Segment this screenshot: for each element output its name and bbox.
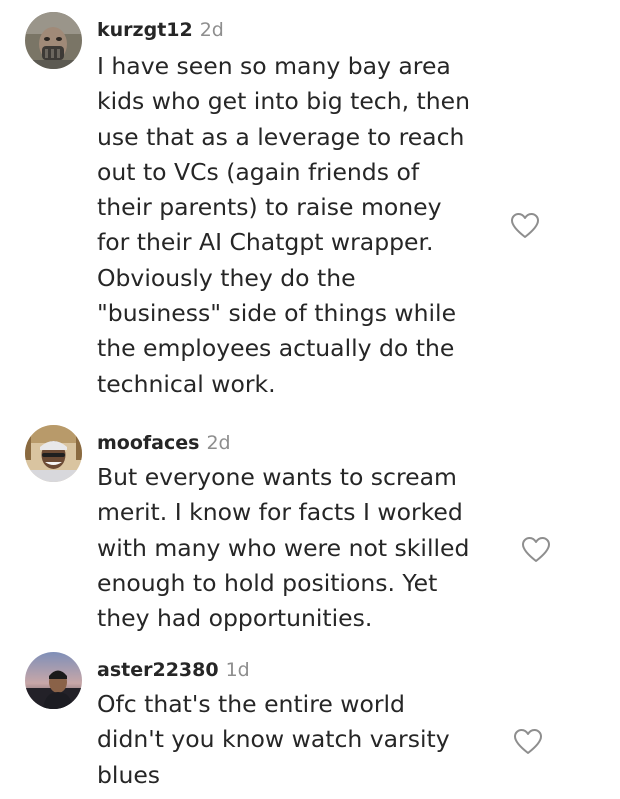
comment-line: "business" side of things while bbox=[97, 299, 457, 328]
comment-line: I have seen so many bay area bbox=[97, 52, 451, 80]
heart-outline-icon bbox=[514, 729, 542, 754]
timestamp: 2d bbox=[206, 432, 231, 454]
avatar[interactable] bbox=[25, 652, 82, 709]
avatar[interactable] bbox=[25, 425, 82, 482]
heart-outline-icon bbox=[522, 537, 550, 562]
comment-line: Obviously they do the bbox=[97, 263, 356, 292]
comment-line: with many who were not skilled bbox=[97, 533, 470, 562]
comment-line: their parents) to raise money bbox=[97, 193, 442, 222]
comment-text: I have seen so many bay area kids who ge… bbox=[97, 49, 470, 402]
comment-line: enough to hold positions. Yet bbox=[97, 568, 438, 597]
username[interactable]: moofaces bbox=[97, 432, 199, 454]
comment-line: the employees actually do the bbox=[97, 334, 455, 363]
comment-line: didn't you know watch varsity bbox=[97, 725, 450, 754]
comment-line: merit. I know for facts I worked bbox=[97, 498, 463, 527]
like-button[interactable] bbox=[513, 728, 543, 756]
username[interactable]: kurzgt12 bbox=[97, 19, 193, 41]
like-button[interactable] bbox=[510, 212, 540, 240]
comment-header: aster22380 1d bbox=[97, 658, 250, 682]
avatar-image bbox=[25, 12, 82, 69]
comment-text: But everyone wants to scream merit. I kn… bbox=[97, 460, 469, 636]
comment-line: Ofc that's the entire world bbox=[97, 690, 405, 718]
avatar-image bbox=[25, 425, 82, 482]
comment-line: out to VCs (again friends of bbox=[97, 157, 420, 186]
timestamp: 2d bbox=[199, 19, 224, 41]
comment-line: use that as a leverage to reach bbox=[97, 122, 465, 151]
timestamp: 1d bbox=[225, 659, 250, 681]
comment-line: blues bbox=[97, 760, 161, 789]
comment-line: technical work. bbox=[97, 369, 276, 398]
avatar[interactable] bbox=[25, 12, 82, 69]
comment-header: moofaces 2d bbox=[97, 431, 231, 455]
comment-line: kids who get into big tech, then bbox=[97, 87, 470, 116]
heart-outline-icon bbox=[511, 213, 539, 238]
comment-header: kurzgt12 2d bbox=[97, 18, 224, 42]
username[interactable]: aster22380 bbox=[97, 659, 219, 681]
comment-line: they had opportunities. bbox=[97, 604, 373, 633]
comment-line: for their AI Chatgpt wrapper. bbox=[97, 228, 434, 257]
like-button[interactable] bbox=[521, 536, 551, 564]
avatar-image bbox=[25, 652, 82, 709]
comment-line: But everyone wants to scream bbox=[97, 463, 457, 491]
comment-text: Ofc that's the entire world didn't you k… bbox=[97, 687, 450, 793]
